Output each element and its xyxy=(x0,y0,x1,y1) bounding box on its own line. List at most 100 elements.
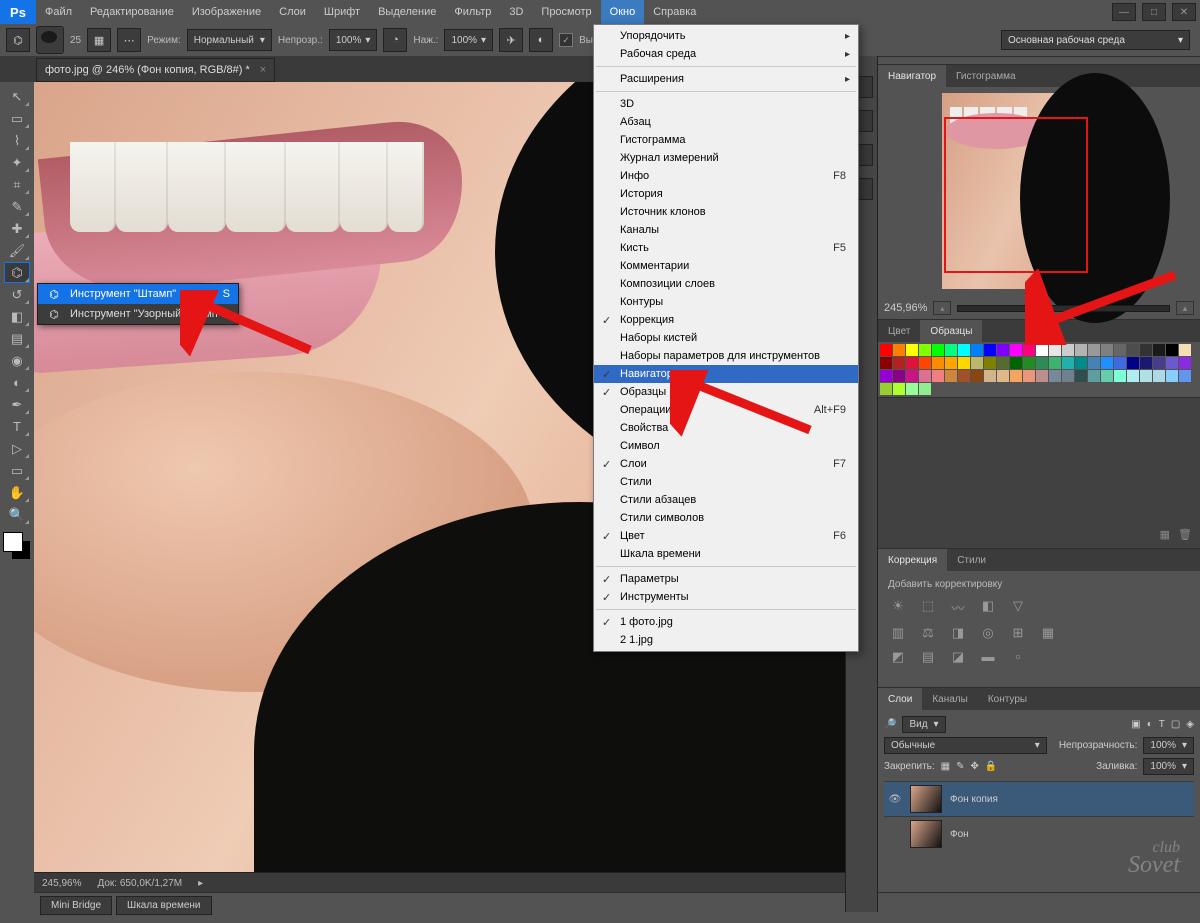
swatch[interactable] xyxy=(1088,357,1100,369)
menu-файл[interactable]: Файл xyxy=(36,0,81,24)
menu-item[interactable]: 1 фото.jpg xyxy=(594,613,858,631)
hsl-icon[interactable]: ▥ xyxy=(888,625,908,641)
menu-слои[interactable]: Слои xyxy=(270,0,315,24)
tool-zoom[interactable]: 🔍 xyxy=(4,504,30,525)
panel-icon[interactable]: ▦ xyxy=(1160,528,1170,541)
swatch[interactable] xyxy=(1062,357,1074,369)
tab-channels[interactable]: Каналы xyxy=(922,688,978,710)
menu-item[interactable]: Наборы кистей xyxy=(594,329,858,347)
menu-item[interactable]: ОперацииAlt+F9 xyxy=(594,401,858,419)
navigator-zoom-slider[interactable] xyxy=(957,305,1170,312)
tab-navigator[interactable]: Навигатор xyxy=(878,65,946,87)
menu-item[interactable]: КистьF5 xyxy=(594,239,858,257)
swatch[interactable] xyxy=(945,370,957,382)
swatch[interactable] xyxy=(1049,344,1061,356)
swatch[interactable] xyxy=(1010,357,1022,369)
tab-layers[interactable]: Слои xyxy=(878,688,922,710)
swatch[interactable] xyxy=(1140,357,1152,369)
tool-gradient[interactable]: ▤ xyxy=(4,328,30,349)
tool-marquee[interactable]: ▭ xyxy=(4,108,30,129)
bottom-tab[interactable]: Шкала времени xyxy=(116,896,211,915)
swatch[interactable] xyxy=(1101,344,1113,356)
trash-icon[interactable]: 🗑 xyxy=(1178,528,1192,541)
tool-heal[interactable]: ✚ xyxy=(4,218,30,239)
menu-item[interactable]: Наборы параметров для инструментов xyxy=(594,347,858,365)
mixer-icon[interactable]: ⊞ xyxy=(1008,625,1028,641)
threshold-icon[interactable]: ◪ xyxy=(948,649,968,665)
swatch[interactable] xyxy=(906,357,918,369)
tool-blur[interactable]: ◉ xyxy=(4,350,30,371)
swatch[interactable] xyxy=(880,383,892,395)
swatch[interactable] xyxy=(971,370,983,382)
navigator-view-box[interactable] xyxy=(944,117,1088,273)
tool-brush[interactable]: 🖌 xyxy=(4,240,30,261)
swatch[interactable] xyxy=(1140,370,1152,382)
swatch[interactable] xyxy=(1010,370,1022,382)
invert-icon[interactable]: ◩ xyxy=(888,649,908,665)
gradmap-icon[interactable]: ▬ xyxy=(978,649,998,665)
swatch[interactable] xyxy=(1049,357,1061,369)
menu-item[interactable]: Гистограмма xyxy=(594,131,858,149)
tool-wand[interactable]: ✦ xyxy=(4,152,30,173)
swatch[interactable] xyxy=(971,344,983,356)
menu-фильтр[interactable]: Фильтр xyxy=(445,0,500,24)
menu-item[interactable]: Журнал измерений xyxy=(594,149,858,167)
swatch[interactable] xyxy=(1179,357,1191,369)
menu-item[interactable]: Контуры xyxy=(594,293,858,311)
swatch[interactable] xyxy=(1023,370,1035,382)
lock-icon[interactable]: ▦ xyxy=(941,761,950,772)
menu-item[interactable]: Композиции слоев xyxy=(594,275,858,293)
swatch[interactable] xyxy=(1049,370,1061,382)
swatch[interactable] xyxy=(1062,344,1074,356)
tab-swatches[interactable]: Образцы xyxy=(920,320,982,342)
menu-окно[interactable]: Окно xyxy=(601,0,645,24)
status-arrow-icon[interactable]: ▸ xyxy=(198,878,203,889)
menu-item[interactable]: ЦветF6 xyxy=(594,527,858,545)
tool-move[interactable]: ↖ xyxy=(4,86,30,107)
swatch[interactable] xyxy=(1140,344,1152,356)
menu-item[interactable]: История xyxy=(594,185,858,203)
swatch[interactable] xyxy=(1075,370,1087,382)
tool-preset-icon[interactable]: ⌬ xyxy=(6,28,30,52)
balance-icon[interactable]: ⚖ xyxy=(918,625,938,641)
swatch[interactable] xyxy=(997,357,1009,369)
swatch[interactable] xyxy=(1023,344,1035,356)
tab-color[interactable]: Цвет xyxy=(878,320,920,342)
swatch[interactable] xyxy=(1075,357,1087,369)
tool-eyedropper[interactable]: ✎ xyxy=(4,196,30,217)
swatch[interactable] xyxy=(1036,370,1048,382)
menu-item[interactable]: Абзац xyxy=(594,113,858,131)
bw-icon[interactable]: ◨ xyxy=(948,625,968,641)
swatch[interactable] xyxy=(919,357,931,369)
bottom-tab[interactable]: Mini Bridge xyxy=(40,896,112,915)
tool-dodge[interactable]: ◐ xyxy=(4,372,30,393)
menu-item[interactable]: Свойства xyxy=(594,419,858,437)
swatch[interactable] xyxy=(1088,344,1100,356)
brush-preview[interactable] xyxy=(36,26,64,54)
tab-adjustments[interactable]: Коррекция xyxy=(878,549,947,571)
photo-filter-icon[interactable]: ◎ xyxy=(978,625,998,641)
menu-item[interactable]: Источник клонов xyxy=(594,203,858,221)
menu-item[interactable]: Параметры xyxy=(594,570,858,588)
tool-eraser[interactable]: ◧ xyxy=(4,306,30,327)
blend-mode-select[interactable]: Нормальный ▾ xyxy=(187,29,272,51)
tool-path[interactable]: ▷ xyxy=(4,438,30,459)
menu-выделение[interactable]: Выделение xyxy=(369,0,445,24)
swatch[interactable] xyxy=(1166,344,1178,356)
swatch[interactable] xyxy=(906,370,918,382)
swatch[interactable] xyxy=(1114,357,1126,369)
lookup-icon[interactable]: ▦ xyxy=(1038,625,1058,641)
menu-item[interactable]: Шкала времени xyxy=(594,545,858,563)
menu-item[interactable]: СлоиF7 xyxy=(594,455,858,473)
layer-fill-field[interactable]: 100%▾ xyxy=(1143,758,1194,775)
swatch[interactable] xyxy=(945,357,957,369)
swatch[interactable] xyxy=(1088,370,1100,382)
swatch[interactable] xyxy=(997,344,1009,356)
swatch[interactable] xyxy=(971,357,983,369)
swatch[interactable] xyxy=(1101,370,1113,382)
tool-crop[interactable]: ⌗ xyxy=(4,174,30,195)
menu-item[interactable]: Комментарии xyxy=(594,257,858,275)
tool-shape[interactable]: ▭ xyxy=(4,460,30,481)
menu-справка[interactable]: Справка xyxy=(644,0,705,24)
tool-pen[interactable]: ✒ xyxy=(4,394,30,415)
